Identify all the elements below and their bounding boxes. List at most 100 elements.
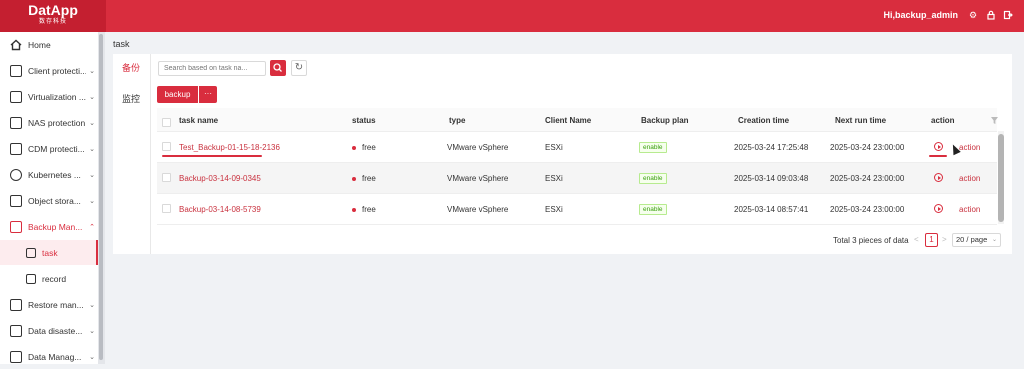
object-storage-icon (10, 194, 22, 207)
sidebar-item-backup-management[interactable]: Backup Man... ⌃ (0, 214, 98, 239)
action-link[interactable]: action (959, 205, 980, 214)
task-name-link[interactable]: Backup-03-14-08-5739 (179, 205, 261, 214)
chevron-down-icon: ⌄ (89, 145, 95, 153)
chevron-down-icon: ⌄ (89, 171, 95, 179)
breadcrumb: task (113, 39, 130, 49)
sidebar-item-label: Client protecti... (28, 65, 86, 76)
column-backup-plan[interactable]: Backup plan (641, 116, 689, 125)
logo-sub: 数存科技 (38, 19, 67, 25)
tab-backup[interactable]: 备份 (113, 61, 149, 74)
top-bar (0, 0, 1024, 32)
column-task-name[interactable]: task name (179, 116, 218, 125)
virtualization-icon (10, 90, 22, 103)
chevron-down-icon: ⌄ (991, 237, 997, 243)
column-status[interactable]: status (352, 116, 376, 125)
more-button[interactable]: ··· (199, 86, 217, 103)
next-run-time-cell: 2025-03-24 23:00:00 (830, 174, 905, 183)
sidebar-item-task[interactable]: task (0, 240, 98, 265)
restore-icon (10, 298, 22, 311)
search-input[interactable] (158, 61, 266, 76)
client-cell: ESXi (545, 174, 563, 183)
sidebar-item-nas-protection[interactable]: NAS protection ⌄ (0, 110, 98, 135)
play-icon[interactable] (934, 204, 943, 213)
sidebar-item-label: Data disaste... (28, 325, 83, 336)
column-client-name[interactable]: Client Name (545, 116, 591, 125)
sidebar-scrollbar-thumb[interactable] (99, 34, 103, 360)
sidebar-item-data-disaster[interactable]: Data disaste... ⌄ (0, 318, 98, 343)
row-checkbox[interactable] (162, 142, 171, 151)
type-cell: VMware vSphere (447, 174, 509, 183)
sidebar-item-label: CDM protecti... (28, 143, 85, 154)
kubernetes-icon (10, 168, 22, 181)
search-button[interactable] (270, 60, 286, 76)
chevron-down-icon: ⌄ (89, 67, 95, 75)
play-icon[interactable] (934, 173, 943, 182)
sidebar-item-label: NAS protection (28, 117, 86, 128)
data-manage-icon (10, 350, 22, 363)
pagination-prev[interactable]: < (914, 235, 919, 244)
column-next-run-time[interactable]: Next run time (835, 116, 886, 125)
sidebar: Home Client protecti... ⌄ Virtualization… (0, 32, 98, 364)
logo[interactable]: DatApp 数存科技 (0, 0, 106, 32)
user-greeting[interactable]: Hi,backup_admin (883, 10, 958, 20)
sidebar-item-record[interactable]: record (0, 266, 98, 291)
backup-button[interactable]: backup (157, 86, 198, 103)
sidebar-item-virtualization[interactable]: Virtualization ... ⌄ (0, 84, 98, 109)
play-icon[interactable] (934, 142, 943, 151)
status-cell: free (352, 143, 376, 152)
pagination-page[interactable]: 1 (925, 233, 938, 247)
row-checkbox[interactable] (162, 204, 171, 213)
refresh-button[interactable]: ↻ (291, 60, 307, 76)
chevron-down-icon: ⌄ (89, 93, 95, 101)
sidebar-item-label: Data Manag... (28, 351, 82, 362)
annotation-underline (162, 155, 262, 157)
sidebar-item-label: Object stora... (28, 195, 81, 206)
column-type[interactable]: type (449, 116, 465, 125)
pagination-next[interactable]: > (942, 235, 947, 244)
status-cell: free (352, 205, 376, 214)
sidebar-item-label: task (42, 247, 58, 258)
sidebar-item-home[interactable]: Home (0, 32, 98, 57)
task-name-link[interactable]: Backup-03-14-09-0345 (179, 174, 261, 183)
status-cell: free (352, 174, 376, 183)
row-checkbox[interactable] (162, 173, 171, 182)
status-dot (352, 176, 356, 181)
status-dot (352, 207, 356, 212)
client-cell: ESXi (545, 143, 563, 152)
logout-icon[interactable] (1003, 10, 1013, 20)
table-row[interactable]: Backup-03-14-08-5739 free VMware vSphere… (157, 194, 997, 225)
annotation-underline (929, 155, 947, 157)
status-dot (352, 145, 356, 150)
action-link[interactable]: action (959, 143, 980, 152)
status-text: free (362, 205, 376, 214)
select-all-checkbox[interactable] (162, 118, 171, 127)
sidebar-item-restore-management[interactable]: Restore man... ⌄ (0, 292, 98, 317)
sidebar-item-object-storage[interactable]: Object stora... ⌄ (0, 188, 98, 213)
gear-icon[interactable]: ⚙ (968, 10, 978, 20)
lock-icon[interactable] (986, 10, 996, 20)
task-name-link[interactable]: Test_Backup-01-15-18-2136 (179, 143, 280, 152)
sidebar-item-cdm-protection[interactable]: CDM protecti... ⌄ (0, 136, 98, 161)
chevron-up-icon: ⌃ (89, 223, 95, 231)
sidebar-item-label: Restore man... (28, 299, 84, 310)
creation-time-cell: 2025-03-14 08:57:41 (734, 205, 809, 214)
page-size-select[interactable]: 20 / page ⌄ (952, 233, 1001, 247)
table-row[interactable]: Backup-03-14-09-0345 free VMware vSphere… (157, 163, 997, 194)
refresh-icon: ↻ (294, 62, 304, 73)
tab-monitor[interactable]: 监控 (113, 92, 149, 105)
page-size-value: 20 / page (956, 235, 988, 244)
chevron-down-icon: ⌄ (89, 119, 95, 127)
sidebar-item-data-management[interactable]: Data Manag... ⌄ (0, 344, 98, 369)
sidebar-item-client-protection[interactable]: Client protecti... ⌄ (0, 58, 98, 83)
action-link[interactable]: action (959, 174, 980, 183)
table-scrollbar-thumb[interactable] (998, 134, 1004, 222)
chevron-down-icon: ⌄ (89, 353, 95, 361)
column-creation-time[interactable]: Creation time (738, 116, 789, 125)
nas-icon (10, 116, 22, 129)
sidebar-item-label: Kubernetes ... (28, 169, 81, 180)
type-cell: VMware vSphere (447, 205, 509, 214)
table-row[interactable]: Test_Backup-01-15-18-2136 free VMware vS… (157, 132, 997, 163)
backup-icon (10, 220, 22, 233)
filter-icon[interactable] (991, 116, 998, 126)
sidebar-item-kubernetes[interactable]: Kubernetes ... ⌄ (0, 162, 98, 187)
